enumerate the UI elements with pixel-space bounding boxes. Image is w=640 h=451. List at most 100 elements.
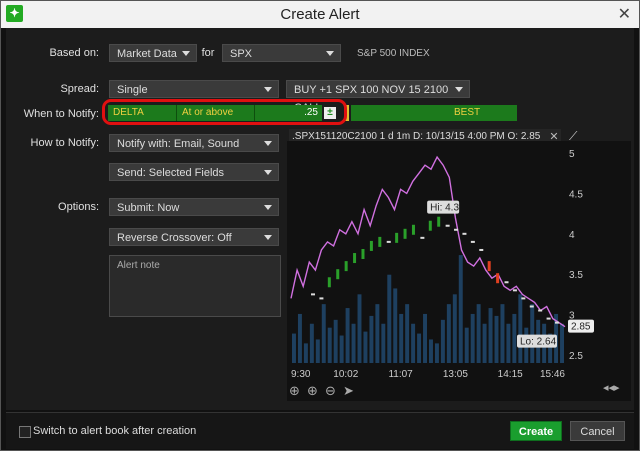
chevron-down-icon — [182, 51, 190, 56]
volume-bar — [506, 323, 511, 363]
candle-mark — [555, 321, 559, 324]
send-fields-dropdown[interactable]: Send: Selected Fields — [109, 163, 279, 181]
price-chart[interactable]: 54.543.532.59:30 10:02 11:07 13:05 14:15 15:4… — [287, 141, 631, 401]
volume-bar — [464, 327, 469, 363]
title-bar: ✦ Create Alert ✕ — [1, 1, 639, 28]
close-icon[interactable]: ✕ — [618, 4, 631, 24]
price-type-field[interactable]: BEST — [449, 105, 517, 121]
y-tick-label: 3.5 — [569, 270, 583, 281]
submit-dropdown[interactable]: Submit: Now — [109, 198, 279, 216]
switch-label: Switch to alert book after creation — [33, 425, 197, 437]
candle-mark — [454, 228, 459, 231]
candle-mark — [311, 293, 315, 296]
volume-bar — [482, 323, 487, 363]
based-on-dropdown[interactable]: Market Data — [109, 44, 197, 62]
candle-mark — [479, 248, 484, 251]
volume-bar — [470, 313, 475, 363]
candle-mark — [395, 232, 399, 243]
symbol-description: S&P 500 INDEX — [357, 48, 430, 59]
volume-bar — [434, 343, 439, 363]
volume-bar — [452, 294, 457, 363]
candle-mark — [411, 224, 415, 235]
volume-bar — [440, 319, 445, 363]
candle-mark — [445, 224, 450, 227]
reverse-crossover-value: Reverse Crossover: Off — [117, 232, 232, 244]
candle-mark — [538, 309, 543, 312]
candle-mark — [361, 249, 365, 259]
x-tick-label: 11:07 — [388, 369, 413, 380]
candle-mark — [512, 289, 517, 292]
candle-mark — [437, 216, 441, 227]
volume-bar — [315, 339, 320, 363]
volume-bar — [297, 313, 302, 363]
price-source-field[interactable] — [351, 105, 449, 121]
spread-dropdown[interactable]: Single — [109, 80, 279, 98]
candle-mark — [428, 220, 432, 231]
volume-bar — [429, 339, 433, 363]
cancel-button[interactable]: Cancel — [570, 421, 625, 441]
move-icon[interactable]: ⊕ — [289, 384, 300, 399]
candle-mark — [403, 228, 407, 239]
y-tick-label: 4 — [569, 230, 575, 241]
create-button[interactable]: Create — [510, 421, 562, 441]
order-dropdown[interactable]: BUY +1 SPX 100 NOV 15 2100 CALL — [286, 80, 470, 114]
candle-mark — [353, 253, 357, 264]
volume-bar — [351, 323, 356, 363]
candle-mark — [496, 273, 500, 284]
chevron-down-icon — [455, 87, 463, 92]
symbol-value: SPX — [230, 48, 253, 60]
candle-mark — [344, 261, 348, 272]
candle-mark — [529, 305, 534, 308]
candle-mark — [386, 240, 391, 243]
zoom-out-icon[interactable]: ⊖ — [325, 384, 336, 399]
x-tick-label: 10:02 — [333, 369, 358, 380]
x-tick-label: 13:05 — [443, 369, 468, 380]
x-tick-label: 14:15 — [498, 369, 523, 380]
volume-bar — [327, 327, 332, 363]
volume-bar — [345, 308, 350, 363]
chevron-down-icon — [264, 170, 272, 175]
when-to-notify-label: When to Notify: — [23, 108, 99, 120]
candle-mark — [369, 240, 373, 251]
volume-bar — [446, 304, 451, 363]
alert-note-textarea[interactable]: Alert note — [109, 255, 281, 317]
candle-mark — [336, 269, 340, 280]
based-on-value: Market Data — [117, 48, 177, 60]
notify-method-value: Notify with: Email, Sound — [117, 138, 240, 150]
symbol-dropdown[interactable]: SPX — [222, 44, 341, 62]
candle-mark — [504, 281, 509, 284]
notify-method-dropdown[interactable]: Notify with: Email, Sound — [109, 134, 279, 152]
lo-label: Lo: 2.64 — [520, 337, 557, 348]
y-tick-label: 5 — [569, 149, 575, 160]
volume-bar — [369, 315, 374, 363]
reverse-crossover-dropdown[interactable]: Reverse Crossover: Off — [109, 228, 279, 246]
volume-bar — [417, 333, 422, 363]
volume-bar — [333, 319, 338, 363]
for-label: for — [201, 47, 215, 59]
spread-label: Spread: — [60, 83, 99, 95]
candle-mark — [521, 297, 526, 300]
volume-bar — [518, 294, 523, 363]
volume-bar — [560, 323, 564, 363]
volume-bar — [309, 323, 314, 363]
volume-bar — [399, 313, 404, 363]
volume-bar — [500, 304, 505, 363]
volume-bar — [387, 274, 392, 363]
volume-bar — [530, 304, 535, 363]
candle-mark — [487, 261, 491, 272]
volume-bar — [512, 313, 517, 363]
switch-checkbox[interactable] — [19, 426, 31, 438]
create-alert-window: ✦ Create Alert ✕ Based on: Market Data f… — [0, 0, 640, 451]
chevron-down-icon — [264, 87, 272, 92]
volume-bar — [494, 315, 499, 363]
send-fields-value: Send: Selected Fields — [117, 167, 225, 179]
volume-bar — [292, 333, 296, 363]
volume-bar — [458, 255, 463, 363]
cursor-icon[interactable]: ➤ — [343, 384, 354, 399]
zoom-in-icon[interactable]: ⊕ — [307, 384, 318, 399]
candle-mark — [319, 297, 324, 300]
scroll-arrows-icon[interactable]: ◂◂▸ — [603, 381, 620, 394]
volume-bar — [321, 304, 326, 363]
y-tick-label: 2.5 — [569, 351, 583, 362]
volume-bar — [488, 308, 493, 363]
